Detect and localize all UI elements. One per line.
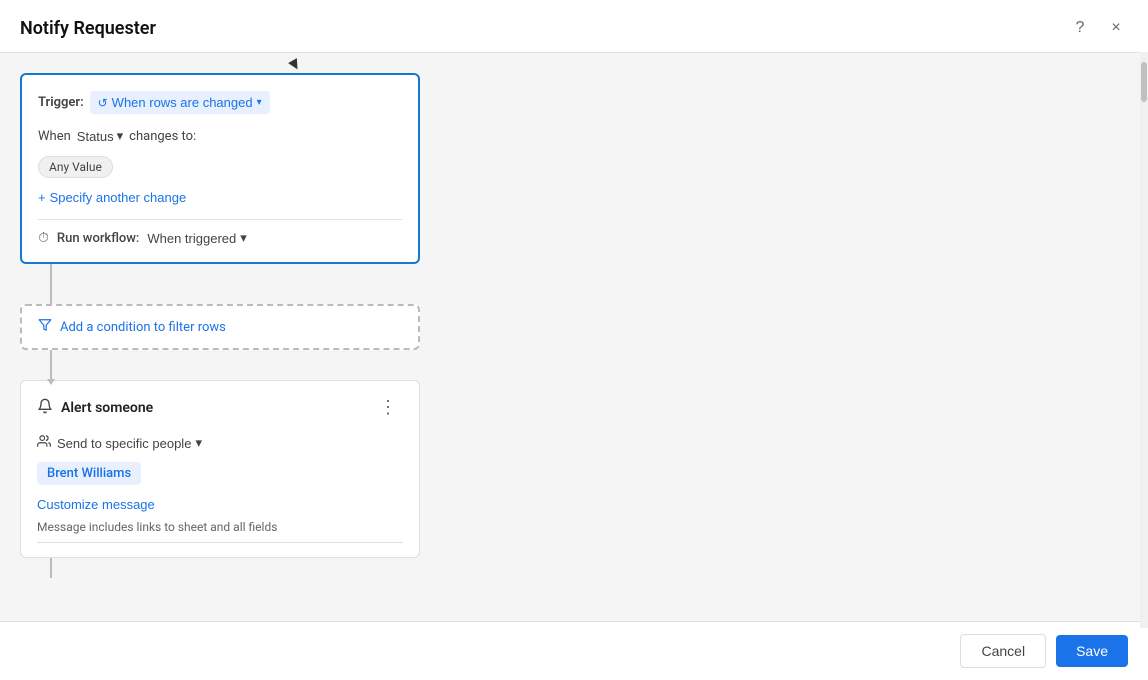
run-chevron-icon: ▾	[240, 230, 247, 246]
dialog-footer: Cancel Save	[0, 621, 1148, 680]
filter-icon	[38, 318, 52, 336]
send-to-row: Send to specific people ▾	[37, 434, 403, 452]
trigger-card: Trigger: ↺ When rows are changed ▾ When …	[20, 73, 420, 264]
add-change-label: Specify another change	[50, 190, 187, 205]
run-value: When triggered	[147, 231, 236, 246]
action-divider	[37, 542, 403, 543]
trigger-select-button[interactable]: ↺ When rows are changed ▾	[90, 91, 270, 114]
message-info: Message includes links to sheet and all …	[37, 520, 403, 534]
changes-label: changes to:	[129, 129, 196, 144]
action-header: Alert someone ⋮	[37, 395, 403, 420]
bottom-connector	[50, 558, 52, 578]
connector-line-1	[50, 264, 52, 304]
send-to-label: Send to specific people	[57, 436, 191, 451]
trigger-label: Trigger:	[38, 95, 84, 110]
plus-icon: +	[38, 190, 46, 205]
bell-icon	[37, 398, 53, 418]
clock-icon: ⏱	[38, 230, 49, 246]
run-select-button[interactable]: When triggered ▾	[147, 230, 246, 246]
dialog-body: Trigger: ↺ When rows are changed ▾ When …	[0, 53, 1148, 621]
close-button[interactable]: ×	[1104, 16, 1128, 40]
add-change-button[interactable]: + Specify another change	[38, 190, 186, 205]
header-actions: ? ×	[1068, 16, 1128, 40]
dialog: Notify Requester ? × Trigger: ↺ When row…	[0, 0, 1148, 680]
run-workflow-row: ⏱ Run workflow: When triggered ▾	[38, 230, 402, 246]
trigger-row: Trigger: ↺ When rows are changed ▾	[38, 91, 402, 114]
send-to-chevron-icon: ▾	[195, 435, 202, 451]
more-options-button[interactable]: ⋮	[373, 395, 403, 420]
help-button[interactable]: ?	[1068, 16, 1092, 40]
scrollbar-track[interactable]	[1140, 52, 1148, 628]
field-name: Status	[77, 129, 114, 144]
trigger-divider	[38, 219, 402, 220]
send-to-button[interactable]: Send to specific people ▾	[57, 435, 202, 451]
when-row: When Status ▾ changes to:	[38, 128, 402, 144]
when-label: When	[38, 129, 71, 144]
action-card: Alert someone ⋮ Send to speci	[20, 380, 420, 558]
trigger-chevron-icon: ▾	[257, 97, 262, 108]
action-title: Alert someone	[61, 400, 153, 416]
dialog-title: Notify Requester	[20, 18, 156, 39]
condition-label: Add a condition to filter rows	[60, 320, 226, 335]
refresh-icon: ↺	[98, 96, 108, 110]
field-chevron-icon: ▾	[117, 128, 124, 144]
condition-card[interactable]: Add a condition to filter rows	[20, 304, 420, 350]
workflow-container: Trigger: ↺ When rows are changed ▾ When …	[20, 73, 460, 578]
cancel-button[interactable]: Cancel	[960, 634, 1046, 668]
trigger-value: When rows are changed	[112, 95, 253, 110]
any-value-tag: Any Value	[38, 156, 113, 178]
action-title-row: Alert someone	[37, 398, 153, 418]
save-button[interactable]: Save	[1056, 635, 1128, 667]
recipient-tag: Brent Williams	[37, 462, 141, 485]
arrow-connector	[50, 350, 52, 380]
run-label: Run workflow:	[57, 231, 139, 246]
people-icon	[37, 434, 51, 452]
scrollbar-thumb[interactable]	[1141, 62, 1147, 102]
dialog-header: Notify Requester ? ×	[0, 0, 1148, 53]
customize-message-button[interactable]: Customize message	[37, 497, 155, 512]
field-select-button[interactable]: Status ▾	[77, 128, 123, 144]
